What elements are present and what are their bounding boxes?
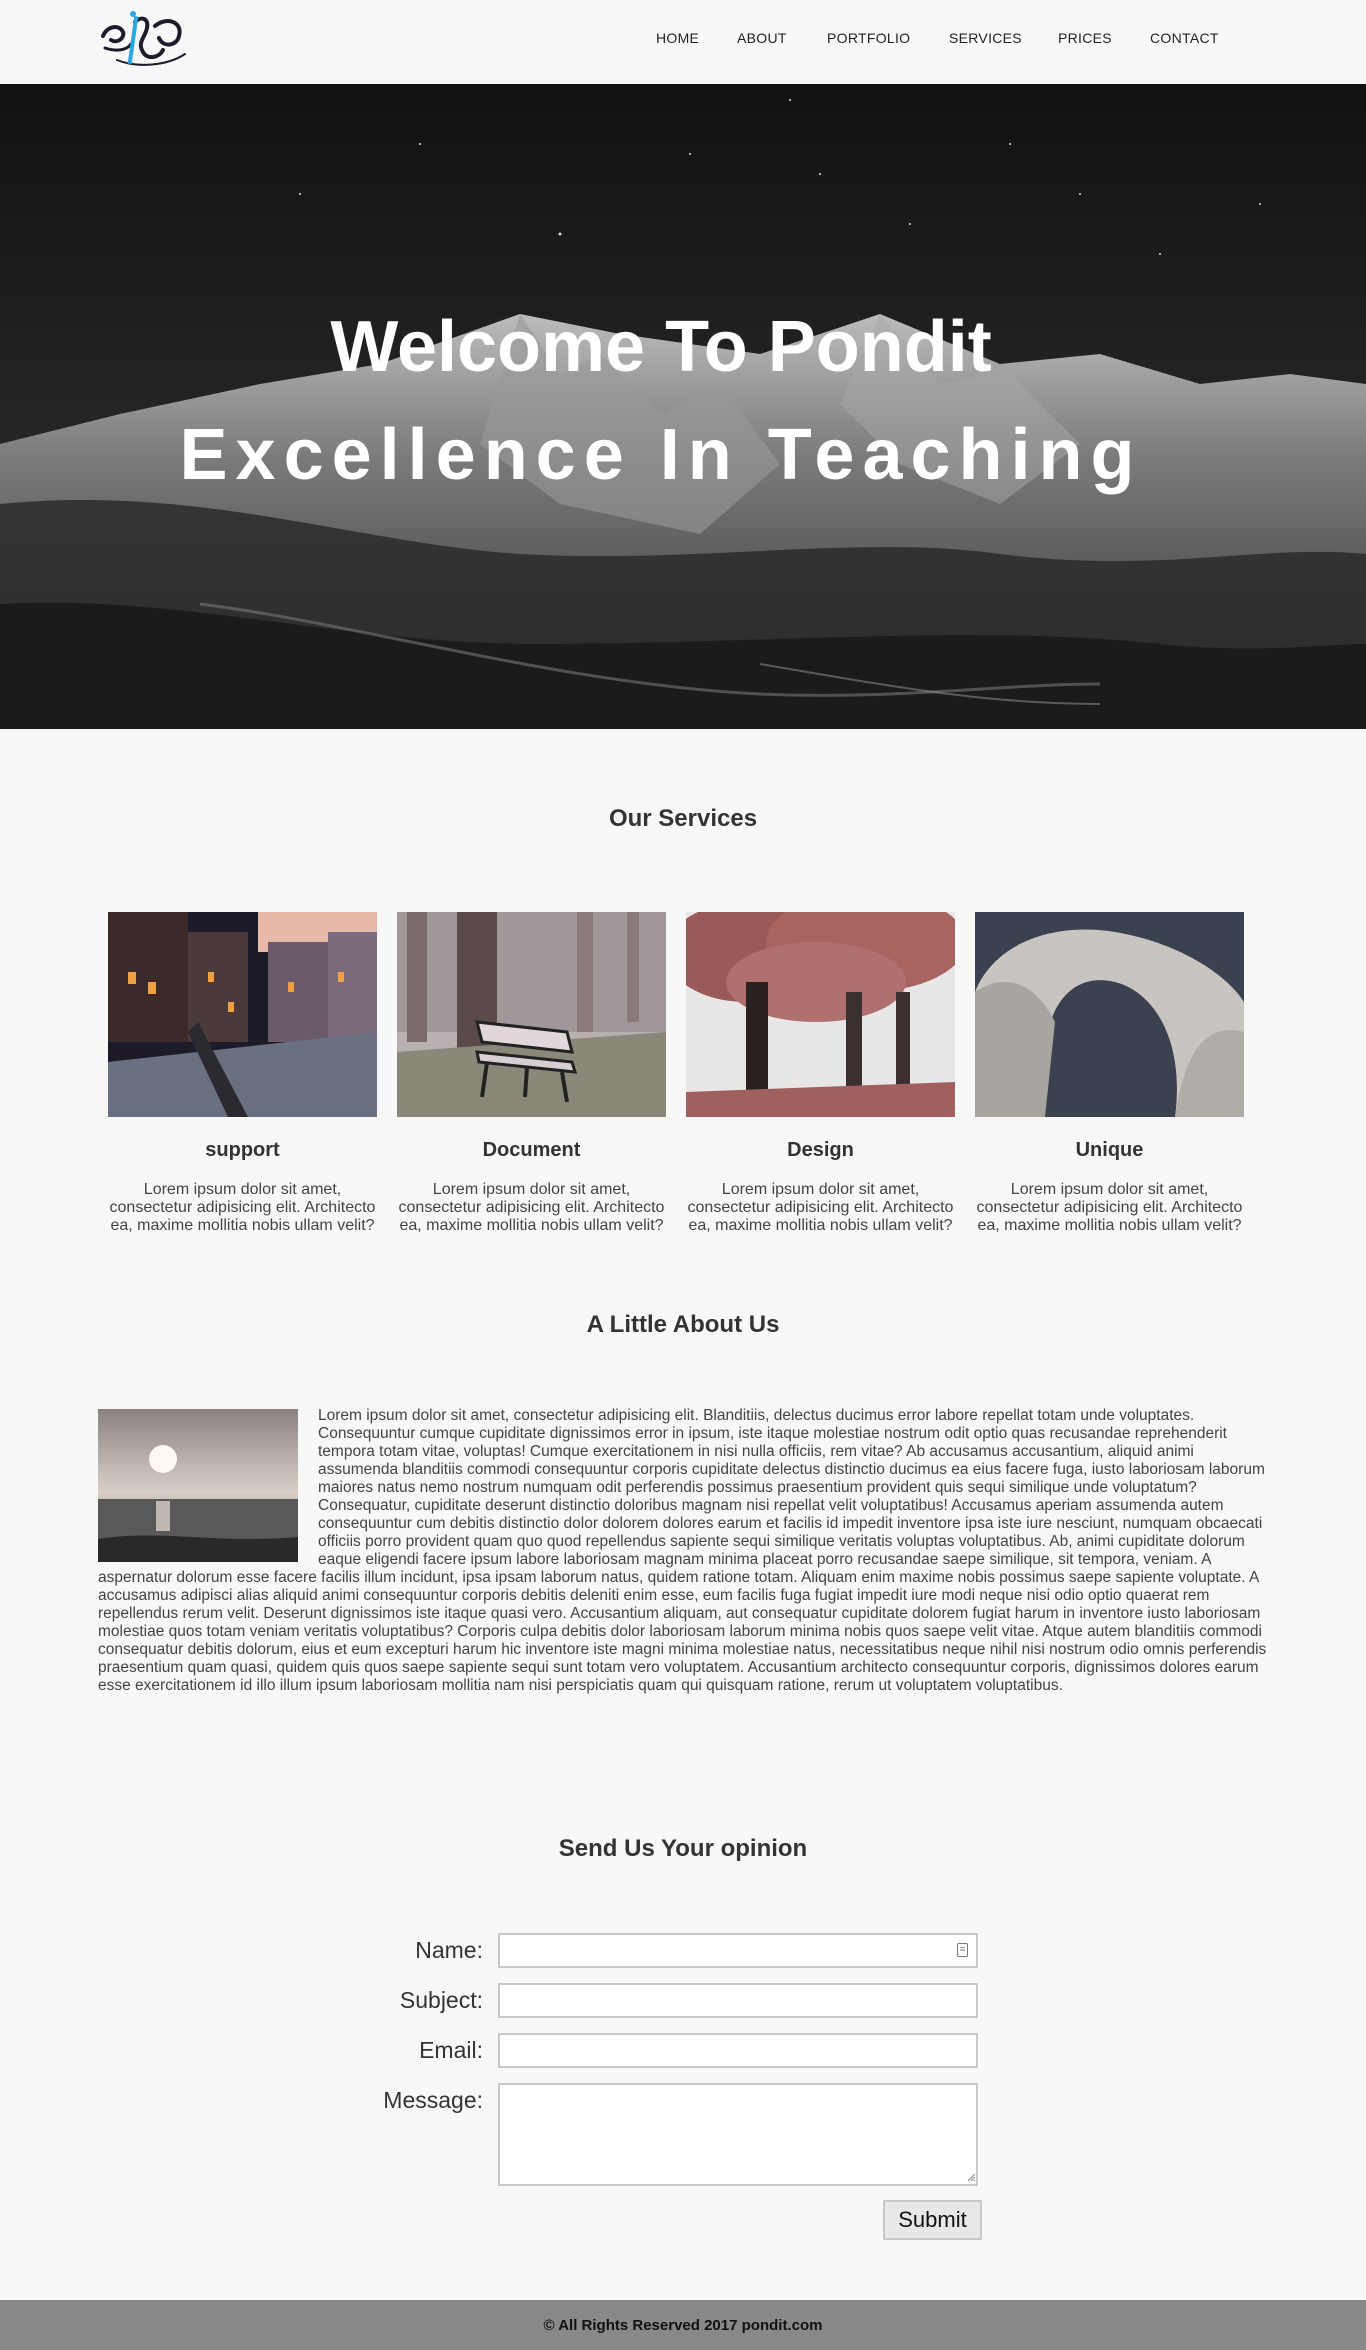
hero-title: Welcome To Pondit — [330, 307, 992, 387]
service-title-unique: Unique — [1075, 1139, 1144, 1161]
contact-title: Send Us Your opinion — [558, 1835, 808, 1862]
service-text-document: Lorem ipsum dolor sit amet, consectetur … — [398, 1181, 665, 1234]
hero-subtitle: Excellence In Teaching — [179, 415, 1143, 495]
service-title-support: support — [205, 1139, 280, 1161]
service-text-design: Lorem ipsum dolor sit amet, consectetur … — [687, 1181, 954, 1234]
hero-banner: Welcome To Pondit Excellence In Teaching — [0, 84, 1366, 729]
service-text-support: Lorem ipsum dolor sit amet, consectetur … — [109, 1181, 376, 1234]
subject-label: Subject: — [399, 1987, 483, 2013]
email-label: Email: — [419, 2037, 483, 2063]
autofill-icon[interactable]: ≡ — [957, 1943, 968, 1957]
service-title-design: Design — [787, 1139, 854, 1161]
nav-prices[interactable]: PRICES — [1058, 30, 1112, 46]
nav-contact[interactable]: CONTACT — [1150, 30, 1219, 46]
city-street-night-image — [108, 912, 377, 1117]
autumn-trees-image — [686, 912, 955, 1117]
subject-input[interactable] — [498, 1983, 978, 2018]
site-header: HOME ABOUT PORTFOLIO SERVICES PRICES CON… — [0, 0, 1366, 84]
service-card-unique: Unique Lorem ipsum dolor sit amet, conse… — [975, 912, 1244, 1235]
service-title-document: Document — [482, 1139, 581, 1161]
services-title: Our Services — [608, 805, 758, 832]
nav-home[interactable]: HOME — [656, 30, 699, 46]
name-label: Name: — [415, 1937, 483, 1963]
service-card-support: support Lorem ipsum dolor sit amet, cons… — [108, 912, 377, 1235]
name-input[interactable] — [498, 1933, 978, 1968]
rock-arch-image — [975, 912, 1244, 1117]
resize-grip-icon[interactable] — [967, 2173, 976, 2182]
nav-portfolio[interactable]: PORTFOLIO — [827, 30, 910, 46]
message-textarea[interactable] — [498, 2083, 978, 2186]
nav-services[interactable]: SERVICES — [949, 30, 1022, 46]
nav-about[interactable]: ABOUT — [737, 30, 787, 46]
submit-button[interactable]: Submit — [883, 2200, 982, 2240]
about-title: A Little About Us — [586, 1311, 780, 1338]
main-nav: HOME ABOUT PORTFOLIO SERVICES PRICES CON… — [0, 30, 1366, 50]
sunset-beach-image — [98, 1409, 298, 1562]
service-text-unique: Lorem ipsum dolor sit amet, consectetur … — [976, 1181, 1243, 1234]
mountain-background-image — [0, 84, 1366, 729]
service-card-document: Document Lorem ipsum dolor sit amet, con… — [397, 912, 666, 1235]
email-input[interactable] — [498, 2033, 978, 2068]
park-bench-image — [397, 912, 666, 1117]
about-section: Lorem ipsum dolor sit amet, consectetur … — [98, 1407, 1268, 1695]
message-label: Message: — [383, 2087, 483, 2113]
copyright-text: © All Rights Reserved 2017 pondit.com — [543, 2317, 823, 2334]
site-footer: © All Rights Reserved 2017 pondit.com — [0, 2300, 1366, 2350]
service-card-design: Design Lorem ipsum dolor sit amet, conse… — [686, 912, 955, 1235]
